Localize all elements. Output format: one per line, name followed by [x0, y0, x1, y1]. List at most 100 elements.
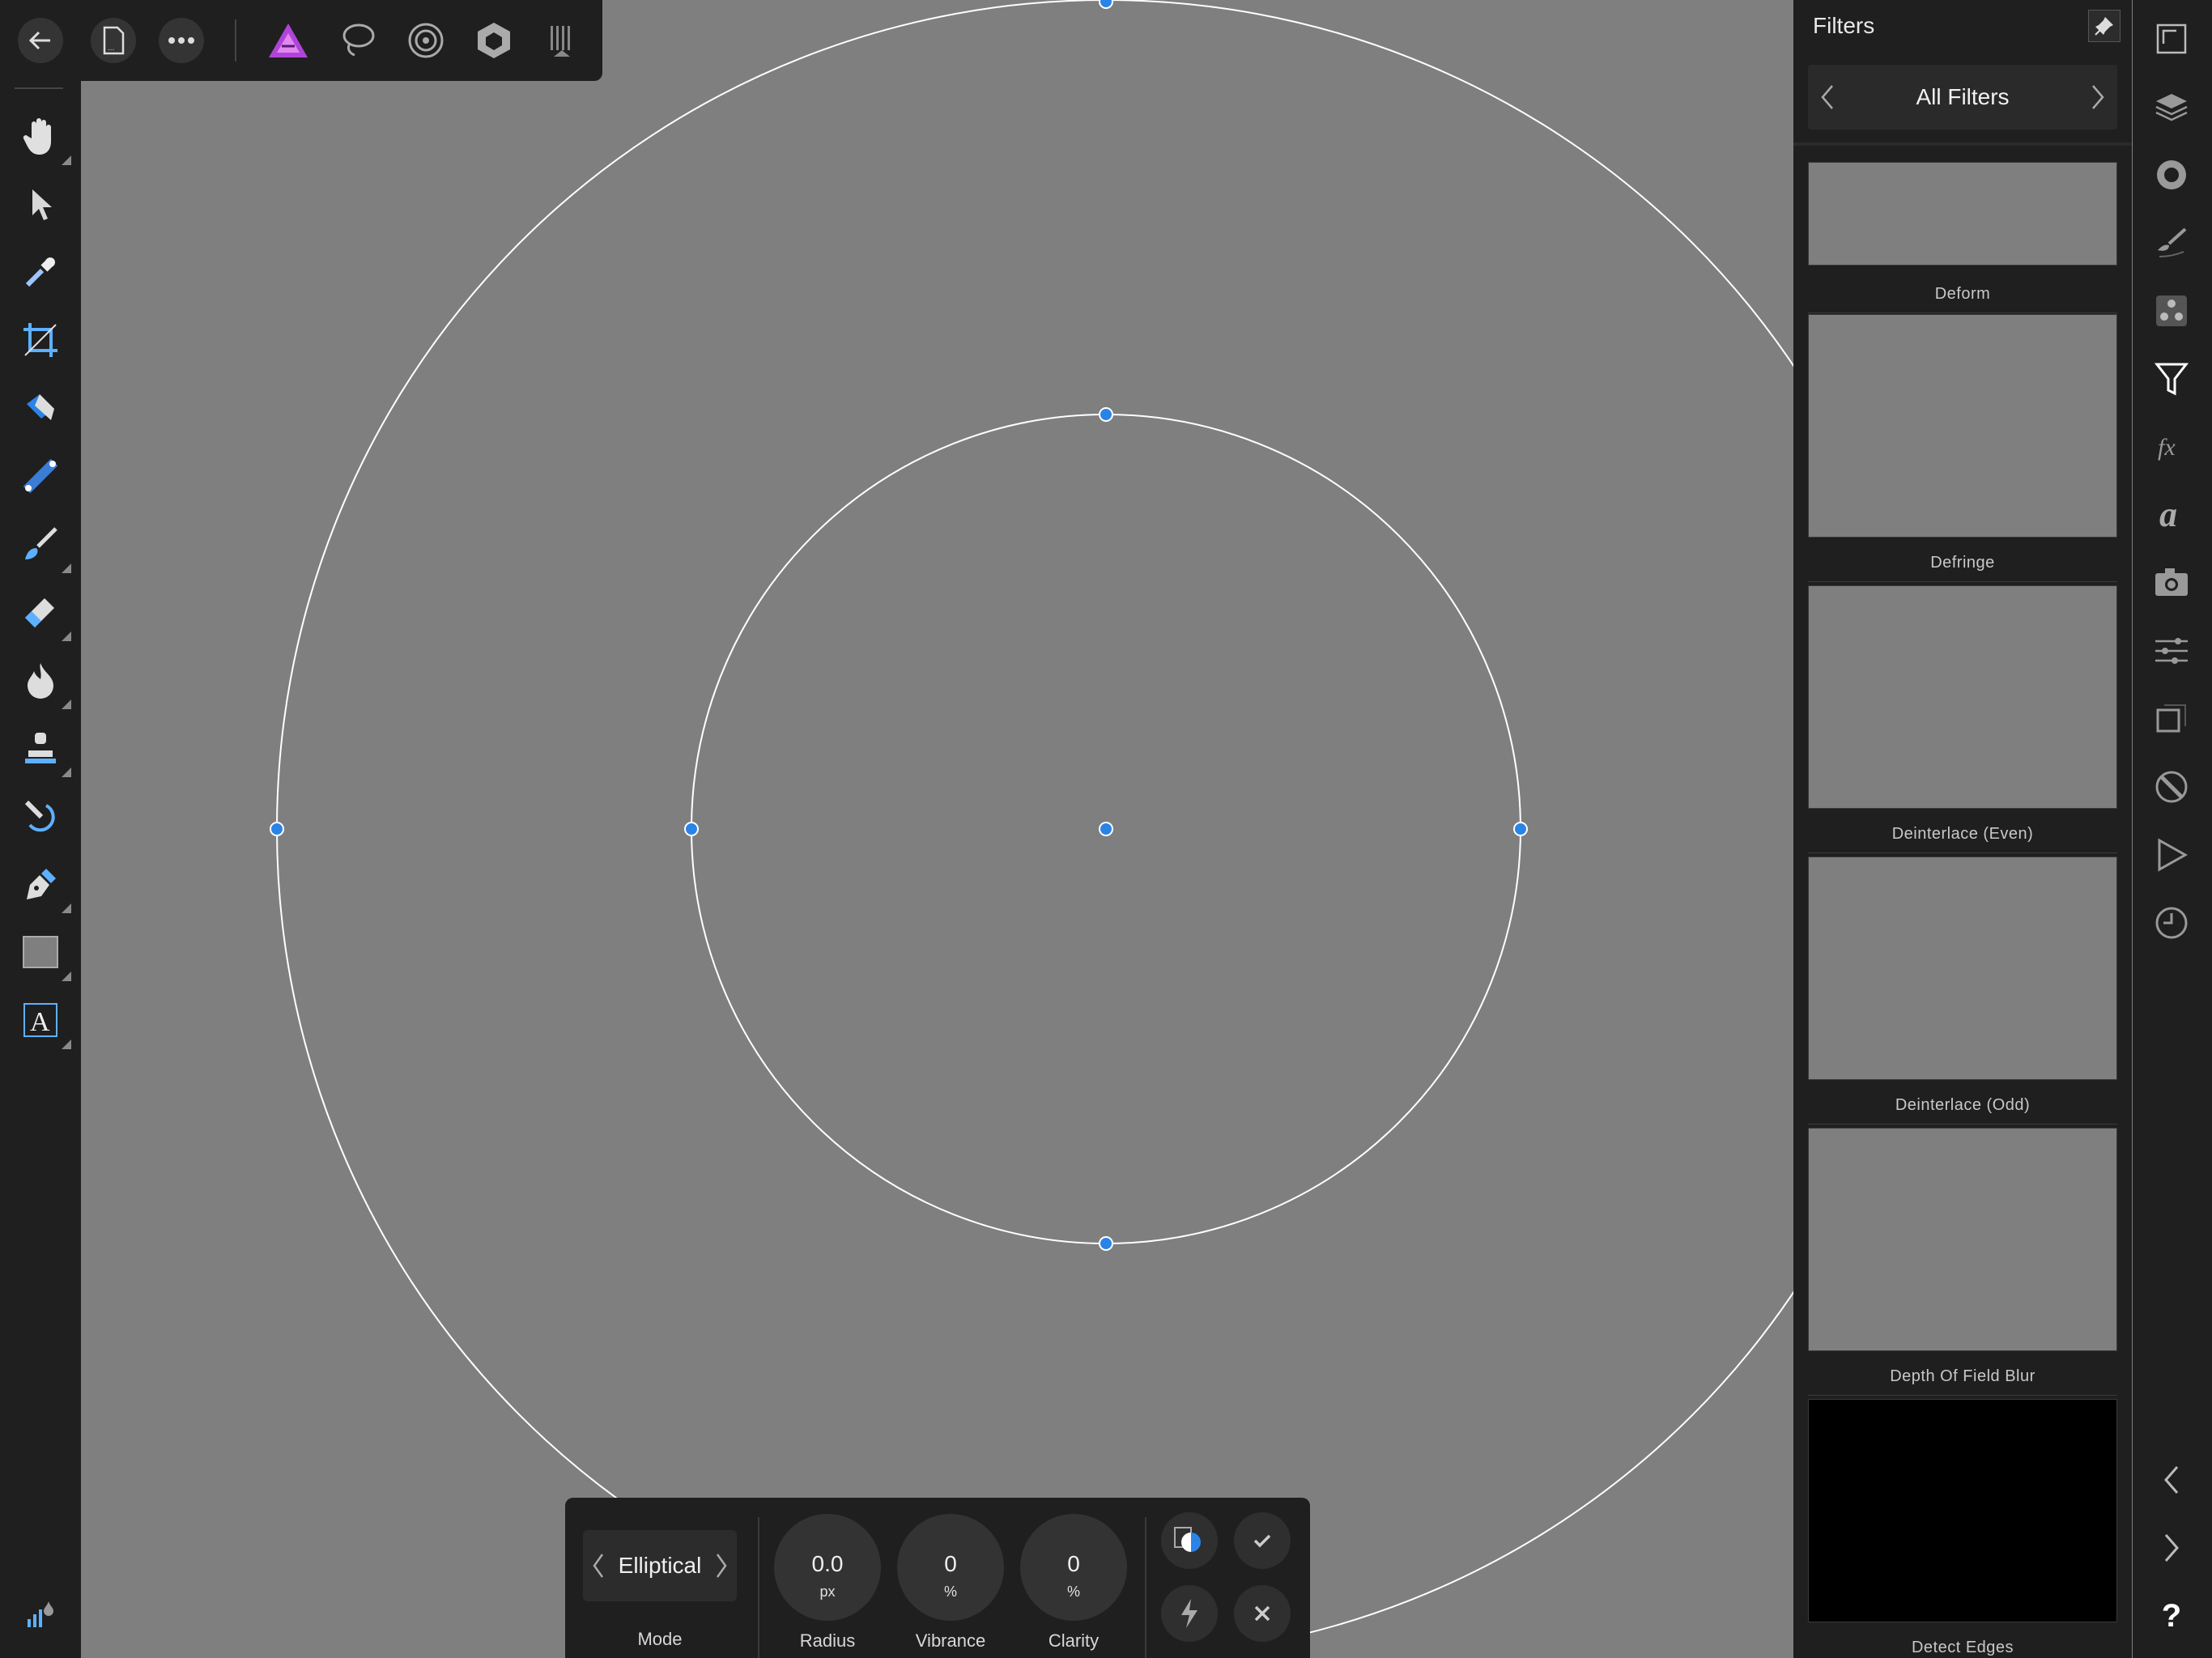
clarity-dial[interactable]: 0 %	[1020, 1514, 1127, 1621]
inner-top-handle	[1099, 407, 1113, 422]
macro-icon[interactable]	[2149, 832, 2194, 878]
filter-name: Depth Of Field Blur	[1890, 1367, 2035, 1385]
dodge-burn-icon[interactable]	[18, 657, 71, 709]
channels-icon[interactable]	[2149, 152, 2194, 198]
mode-label: Mode	[637, 1629, 683, 1649]
inner-right-handle	[1513, 822, 1528, 836]
center-handle	[1099, 822, 1113, 836]
collapse-left-icon[interactable]	[2149, 1457, 2194, 1503]
filters-icon[interactable]	[2149, 356, 2194, 402]
layers-icon[interactable]	[2149, 84, 2194, 130]
mode-selector[interactable]: Elliptical	[583, 1530, 737, 1601]
red-eye-icon[interactable]	[18, 793, 63, 839]
effects-icon[interactable]: fx	[2149, 424, 2194, 470]
radius-label: Radius	[799, 1630, 856, 1651]
mask-mode-icon[interactable]	[1161, 1512, 1218, 1569]
vibrance-unit: %	[943, 1584, 957, 1600]
outer-left-handle	[270, 822, 284, 836]
hand-icon[interactable]	[18, 113, 71, 165]
swatches-icon[interactable]	[2149, 288, 2194, 334]
vibrance-label: Vibrance	[915, 1630, 986, 1651]
radius-value: 0.0	[811, 1551, 844, 1576]
studio-strip: fx a ?	[2133, 0, 2212, 1658]
outer-top-handle	[1099, 0, 1113, 9]
expand-right-icon[interactable]	[2149, 1525, 2194, 1571]
filter-separator	[1808, 852, 2117, 853]
photo-persona-icon[interactable]	[264, 16, 313, 65]
chevron-right-icon[interactable]	[713, 1551, 729, 1584]
selection-persona-icon[interactable]	[334, 16, 382, 65]
filter-separator	[1808, 581, 2117, 582]
more-icon[interactable]	[159, 18, 204, 63]
filter-name: Deinterlace (Odd)	[1895, 1096, 2031, 1114]
clarity-value: 0	[1067, 1551, 1080, 1576]
filters-panel: Filters All Filters Deform Defringe Dein…	[1793, 0, 2132, 1658]
text-styles-icon[interactable]: a	[2149, 492, 2194, 538]
stock-icon[interactable]	[2149, 560, 2194, 606]
undo-history-icon[interactable]	[18, 1592, 63, 1637]
tools-divider	[15, 87, 63, 89]
ctx-divider	[758, 1517, 759, 1658]
radius-dial[interactable]: 0.0 px	[774, 1514, 881, 1621]
liquify-persona-icon[interactable]	[402, 16, 450, 65]
filter-name: Detect Edges	[1911, 1639, 2014, 1656]
pen-icon[interactable]	[18, 861, 71, 913]
top-toolbar: ...	[0, 0, 602, 81]
inner-bottom-handle	[1099, 1236, 1113, 1251]
document-icon[interactable]: ...	[91, 18, 136, 63]
navigator-icon[interactable]	[2149, 16, 2194, 62]
develop-persona-icon[interactable]	[470, 16, 518, 65]
filter-name: Deinterlace (Even)	[1891, 825, 2034, 843]
svg-text:...: ...	[108, 44, 114, 53]
vibrance-value: 0	[944, 1551, 957, 1576]
filter-thumbnail	[1808, 585, 2117, 809]
filter-thumbnail	[1808, 1399, 2117, 1622]
erase-brush-icon[interactable]	[18, 589, 71, 641]
back-arrow-icon[interactable]	[18, 18, 63, 63]
history-icon[interactable]	[2149, 764, 2194, 810]
panel-title: Filters	[1813, 13, 1875, 38]
text-icon[interactable]: A	[18, 997, 71, 1049]
filter-thumbnail	[1808, 314, 2117, 538]
filter-thumbnail	[1808, 857, 2117, 1080]
paint-brush-icon[interactable]	[18, 521, 71, 573]
rectangle-icon[interactable]	[18, 929, 71, 981]
chevron-right-icon[interactable]	[2085, 81, 2109, 113]
flood-fill-icon[interactable]	[18, 385, 63, 431]
clone-brush-icon[interactable]	[18, 725, 71, 777]
svg-text:A: A	[30, 1007, 50, 1037]
clarity-unit: %	[1066, 1584, 1080, 1600]
filter-thumbnail	[1808, 162, 2117, 266]
inner-left-handle	[684, 822, 699, 836]
adjustments-icon[interactable]	[2149, 628, 2194, 674]
apply-check-icon[interactable]	[1234, 1512, 1291, 1569]
color-picker-icon[interactable]	[18, 249, 63, 295]
filter-name: Defringe	[1930, 554, 1995, 572]
clock-icon[interactable]	[2149, 900, 2194, 946]
move-icon[interactable]	[18, 181, 63, 227]
filter-thumbnail	[1808, 1128, 2117, 1351]
crop-icon[interactable]	[18, 317, 63, 363]
tone-mapping-persona-icon[interactable]	[538, 16, 586, 65]
filter-separator	[1808, 312, 2117, 313]
brushes-icon[interactable]	[2149, 220, 2194, 266]
toolbar-divider	[235, 19, 236, 62]
svg-text:a: a	[2159, 497, 2177, 533]
filter-name: Deform	[1934, 285, 1991, 303]
gradient-icon[interactable]	[18, 453, 63, 499]
cancel-close-icon[interactable]	[1234, 1585, 1291, 1642]
tools-panel: A	[0, 81, 81, 1658]
svg-text:fx: fx	[2158, 434, 2176, 461]
vibrance-dial[interactable]: 0 %	[897, 1514, 1004, 1621]
filter-category-selector[interactable]: All Filters	[1808, 65, 2117, 130]
filter-separator	[1808, 1395, 2117, 1396]
ctx-divider	[1145, 1517, 1146, 1658]
panel-divider	[1793, 142, 2132, 146]
radius-unit: px	[819, 1584, 836, 1600]
pin-icon[interactable]	[2088, 10, 2121, 42]
lightning-icon[interactable]	[1161, 1585, 1218, 1642]
transform-icon[interactable]	[2149, 696, 2194, 742]
clarity-label: Clarity	[1048, 1630, 1100, 1651]
help-icon[interactable]: ?	[2149, 1593, 2194, 1639]
filter-category-label: All Filters	[1916, 84, 2010, 109]
